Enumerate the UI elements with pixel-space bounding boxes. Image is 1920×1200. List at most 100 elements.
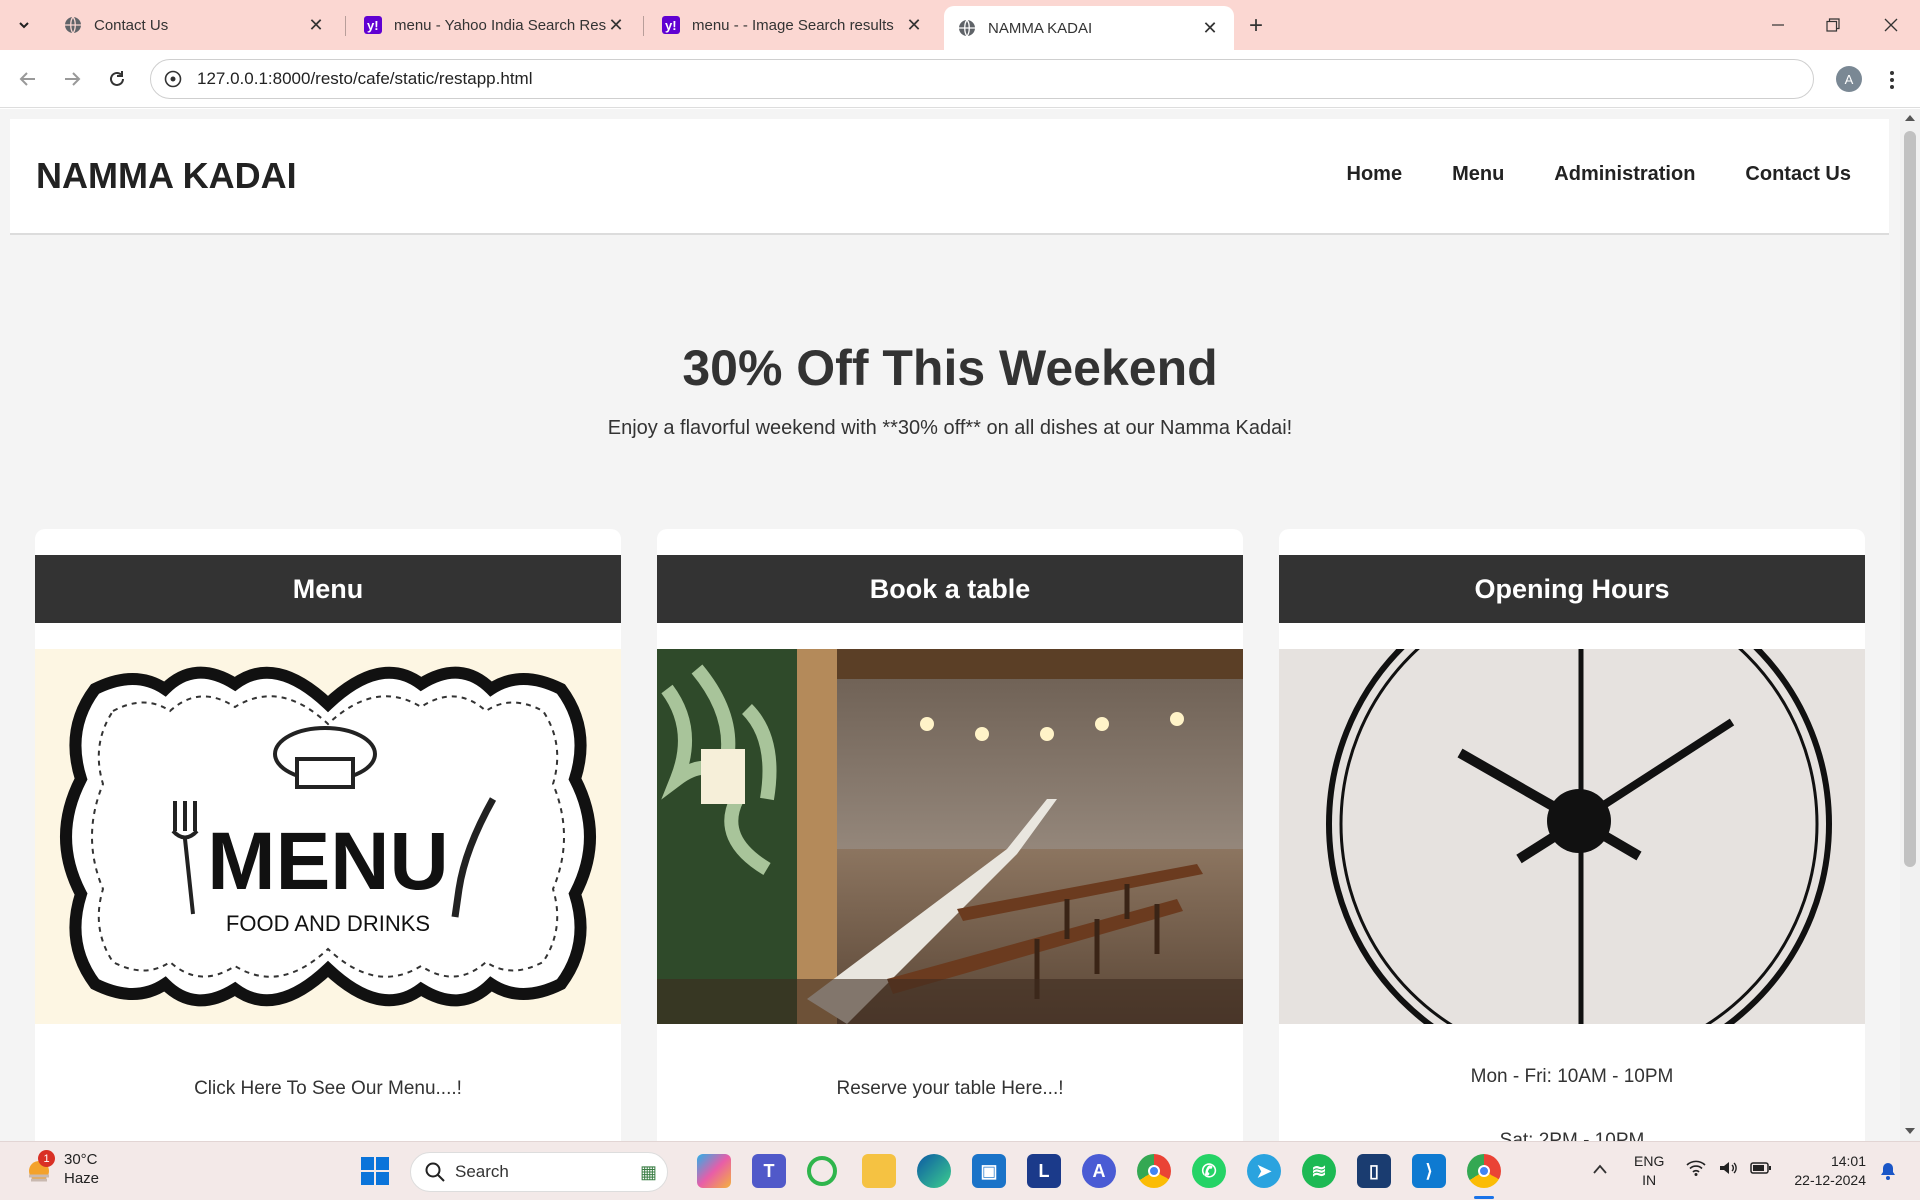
tab-contact-us[interactable]: Contact Us ✕ (50, 6, 340, 44)
whatsapp-icon[interactable]: ✆ (1192, 1154, 1226, 1188)
tab-title: NAMMA KADAI (988, 19, 1093, 37)
search-label: Search (455, 1162, 509, 1181)
card-title: Opening Hours (1279, 555, 1865, 623)
site-info-icon[interactable] (163, 69, 183, 89)
menu-sign-subtitle: FOOD AND DRINKS (226, 911, 430, 936)
battery-icon (1750, 1162, 1771, 1174)
tab-image-search[interactable]: y! menu - - Image Search results ✕ (648, 6, 938, 44)
clock-date: 22-12-2024 (1794, 1172, 1866, 1188)
language-line1: ENG (1634, 1153, 1665, 1169)
close-window-icon[interactable] (1876, 12, 1906, 38)
yahoo-icon: y! (662, 16, 680, 34)
edge-icon[interactable] (917, 1154, 951, 1188)
page-viewport: NAMMA KADAI Home Menu Administration Con… (0, 109, 1900, 1141)
wifi-icon (1686, 1160, 1706, 1176)
card-title: Book a table (657, 555, 1243, 623)
copilot-icon[interactable] (697, 1154, 731, 1188)
tab-yahoo-search[interactable]: y! menu - Yahoo India Search Results ✕ (350, 6, 640, 44)
show-hidden-icons-chevron-icon[interactable] (1592, 1162, 1608, 1180)
weather-widget[interactable]: 1 30°C Haze (24, 1150, 99, 1188)
notification-bell-icon[interactable] (1880, 1162, 1896, 1185)
store-icon[interactable]: ▣ (972, 1154, 1006, 1188)
globe-icon (65, 16, 81, 34)
clock[interactable]: 14:01 22-12-2024 (1786, 1152, 1866, 1190)
yahoo-icon: y! (364, 16, 382, 34)
promo-title: 30% Off This Weekend (682, 340, 1218, 396)
menu-card[interactable]: Menu MENU FOOD AND DRINKS Click Here To … (35, 529, 621, 1141)
promo-subtitle: Enjoy a flavorful weekend with **30% off… (607, 417, 1293, 439)
clock-time: 14:01 (1830, 1153, 1866, 1169)
chrome-profile-icon[interactable] (1467, 1154, 1501, 1188)
site-brand[interactable]: NAMMA KADAI (36, 155, 297, 197)
search-icon (425, 1162, 445, 1182)
tab-title: menu - - Image Search results (692, 16, 894, 34)
card-link-text[interactable]: Reserve your table Here...! (657, 1078, 1243, 1100)
weekday-hours: Mon - Fri: 10AM - 10PM (1470, 1066, 1674, 1087)
forward-arrow-icon[interactable] (57, 64, 87, 94)
close-tab-icon[interactable]: ✕ (606, 15, 626, 35)
wall-clock-image (1279, 649, 1865, 1024)
file-explorer-icon[interactable] (862, 1154, 896, 1188)
url-input[interactable] (197, 69, 1697, 89)
tab-namma-kadai[interactable]: NAMMA KADAI ✕ (944, 6, 1234, 50)
tab-title: Contact Us (94, 16, 169, 34)
nav-administration[interactable]: Administration (1554, 163, 1695, 186)
svg-text:y!: y! (665, 18, 677, 33)
chrome-icon[interactable] (1137, 1154, 1171, 1188)
menu-sign-image[interactable]: MENU FOOD AND DRINKS (35, 649, 621, 1024)
active-app-indicator (1474, 1196, 1494, 1199)
spotify-icon[interactable]: ≋ (1302, 1154, 1336, 1188)
minimize-icon[interactable] (1763, 12, 1793, 38)
profile-avatar[interactable]: A (1836, 66, 1862, 92)
l-app-icon[interactable]: L (1027, 1154, 1061, 1188)
calculator-icon: ▦ (639, 1161, 657, 1182)
language-line2: IN (1642, 1172, 1657, 1188)
address-bar[interactable] (150, 59, 1814, 99)
telegram-icon[interactable]: ➤ (1247, 1154, 1281, 1188)
card-link-text[interactable]: Click Here To See Our Menu....! (35, 1078, 621, 1100)
language-indicator[interactable]: ENG IN (1634, 1152, 1664, 1190)
weather-temp: 30°C (64, 1151, 98, 1168)
reload-icon[interactable] (102, 64, 132, 94)
sync-icon[interactable] (807, 1156, 837, 1186)
system-tray-icons[interactable] (1686, 1160, 1772, 1176)
menu-sign-title: MENU (207, 816, 448, 907)
site-header: NAMMA KADAI Home Menu Administration Con… (10, 119, 1889, 235)
restaurant-interior-image[interactable] (657, 649, 1243, 1024)
vscode-icon[interactable]: ⟩ (1412, 1154, 1446, 1188)
close-tab-icon[interactable]: ✕ (904, 15, 924, 35)
phone-link-icon[interactable]: ▯ (1357, 1154, 1391, 1188)
close-tab-icon[interactable]: ✕ (1200, 18, 1220, 38)
scroll-up-arrow-icon[interactable] (1905, 115, 1915, 121)
tab-search-chevron-icon[interactable] (12, 13, 36, 37)
arc-icon[interactable]: A (1082, 1154, 1116, 1188)
opening-hours-card[interactable]: Opening Hours Mon - Fri: 10AM - 10PM Sat… (1279, 529, 1865, 1141)
new-tab-plus-icon[interactable]: + (1243, 12, 1269, 39)
windows-taskbar: 1 30°C Haze Search ▦ T ▣ L A ✆ ➤ ≋ ▯ ⟩ E… (0, 1141, 1920, 1200)
browser-menu-icon[interactable] (1882, 66, 1902, 94)
taskbar-search[interactable]: Search ▦ (410, 1152, 668, 1192)
close-tab-icon[interactable]: ✕ (306, 15, 326, 35)
scroll-down-arrow-icon[interactable] (1905, 1128, 1915, 1134)
weather-badge: 1 (38, 1150, 55, 1167)
weather-condition: Haze (64, 1170, 100, 1187)
svg-text:y!: y! (367, 18, 379, 33)
saturday-hours: Sat: 2PM - 10PM (1499, 1130, 1645, 1141)
tab-divider (345, 16, 346, 36)
back-arrow-icon[interactable] (13, 64, 43, 94)
restore-icon[interactable] (1818, 12, 1848, 38)
nav-home[interactable]: Home (1347, 163, 1403, 186)
browser-toolbar: A (0, 50, 1920, 108)
nav-menu[interactable]: Menu (1452, 163, 1504, 186)
volume-icon (1720, 1162, 1737, 1174)
globe-icon (959, 19, 975, 37)
teams-icon[interactable]: T (752, 1154, 786, 1188)
scroll-thumb[interactable] (1904, 131, 1916, 867)
browser-tab-bar: Contact Us ✕ y! menu - Yahoo India Searc… (0, 0, 1920, 50)
weather-sun-icon: 1 (24, 1150, 55, 1184)
page-scrollbar[interactable] (1900, 109, 1920, 1141)
nav-contact-us[interactable]: Contact Us (1745, 163, 1851, 186)
windows-start-icon[interactable] (358, 1154, 392, 1188)
tab-title: menu - Yahoo India Search Results (394, 16, 606, 34)
book-table-card[interactable]: Book a table Reserve your table Here...! (657, 529, 1243, 1141)
